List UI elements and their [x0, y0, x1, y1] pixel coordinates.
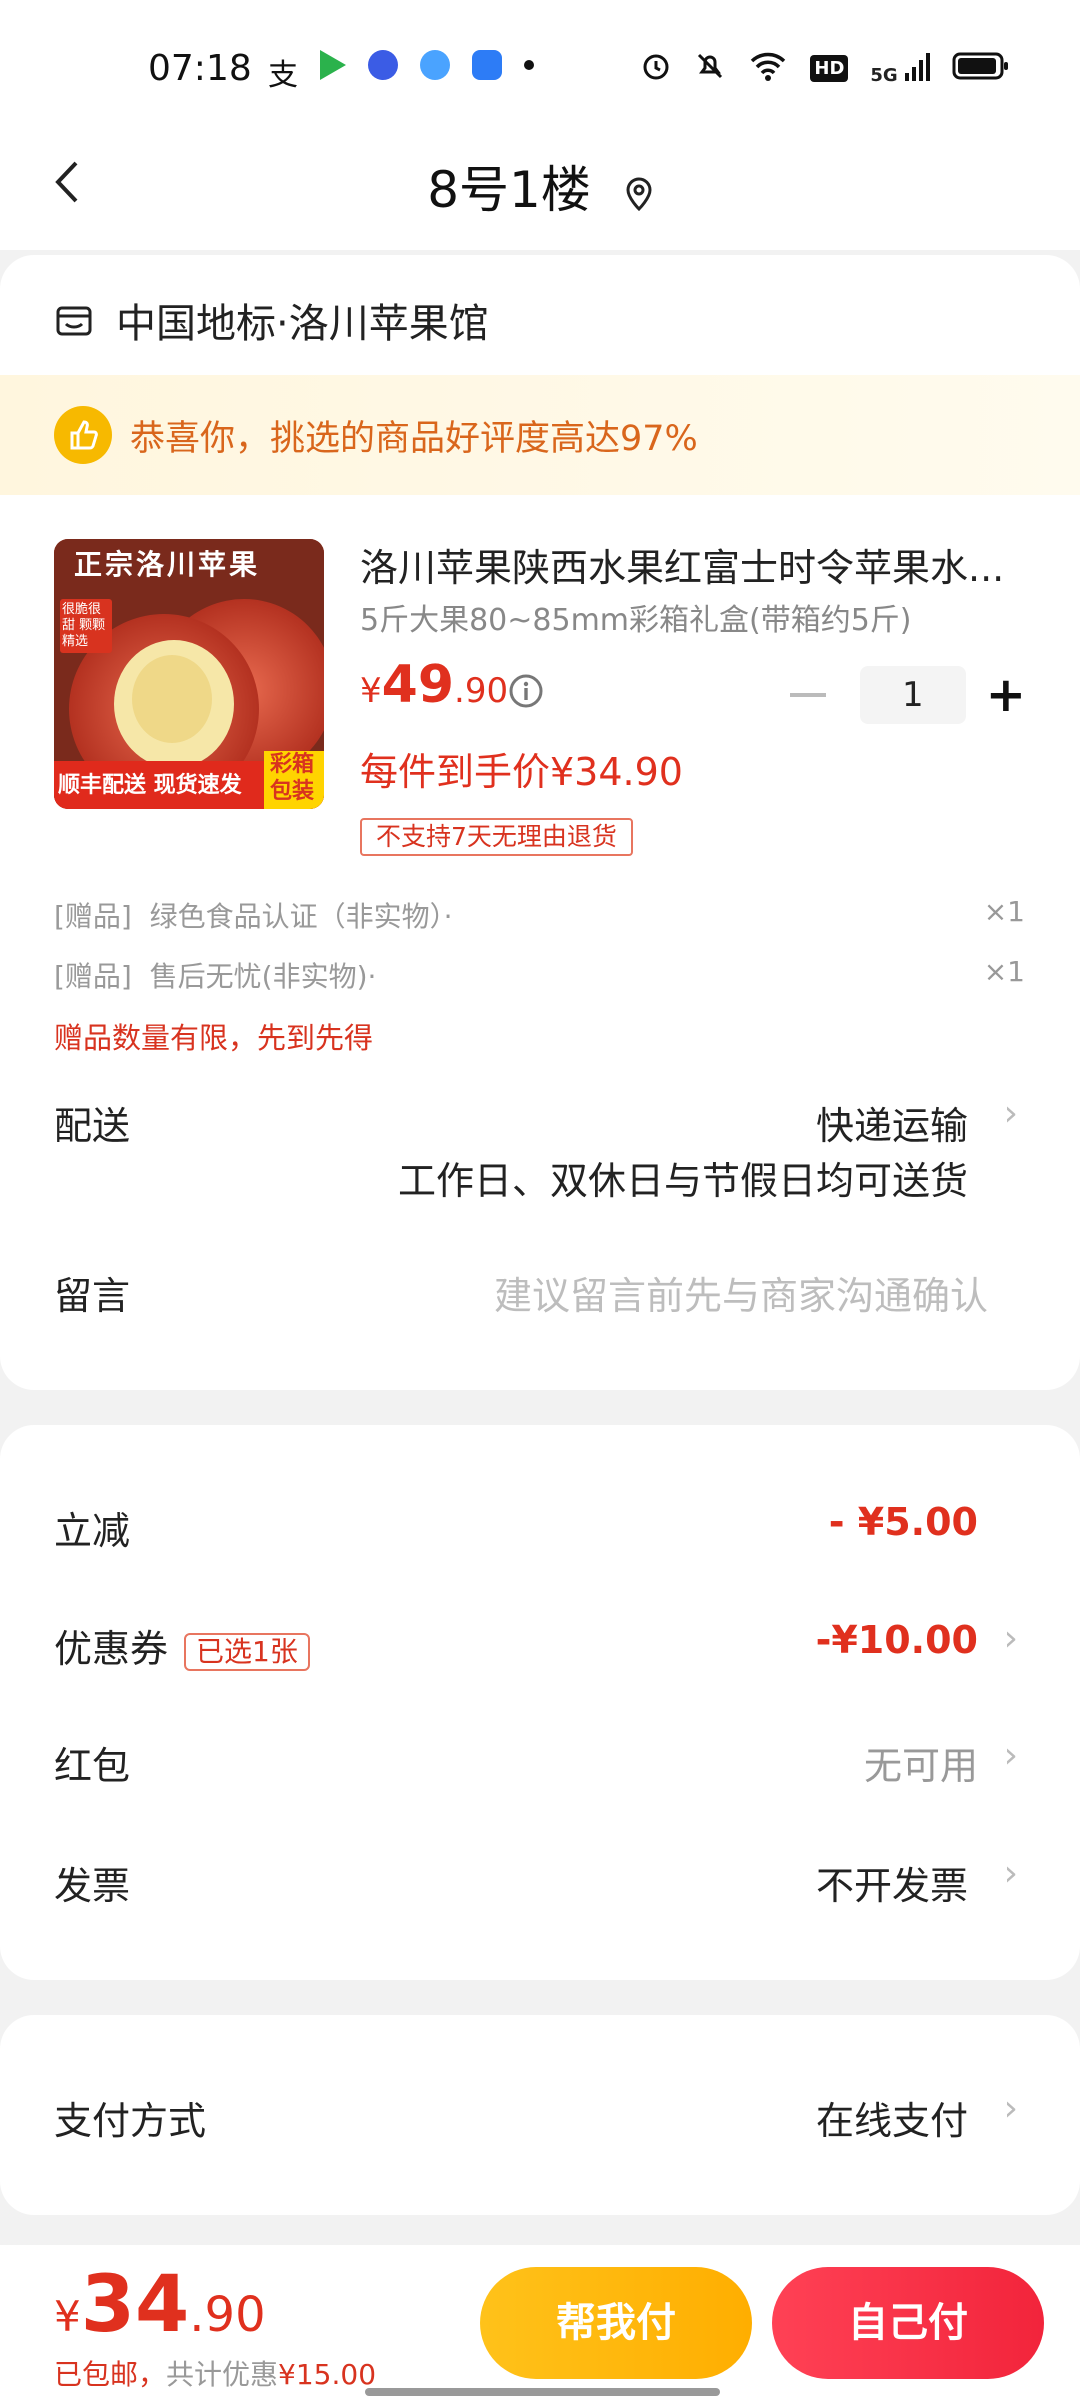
- total-price: ¥34.90: [54, 2260, 266, 2350]
- product-image[interactable]: 正宗洛川苹果 很脆很甜 颗颗精选 顺丰配送 现货速发 彩箱包装: [54, 539, 324, 809]
- store-icon: [56, 306, 92, 336]
- delivery-schedule: 工作日、双休日与节假日均可送货: [397, 1159, 968, 1203]
- instant-discount-label: 立减: [54, 1509, 131, 1553]
- product-title[interactable]: 洛川苹果陕西水果红富士时令苹果水...: [360, 537, 1020, 592]
- return-policy-tag: 不支持7天无理由退货: [360, 818, 633, 856]
- address-title[interactable]: 8号1楼: [0, 150, 1080, 234]
- delivery-method[interactable]: 快递运输: [816, 1095, 968, 1150]
- network-label: 5G: [870, 64, 898, 86]
- gift-quantity: ×1: [983, 895, 1025, 928]
- pay-myself-button[interactable]: 自己付 zhizhizhi.com: [772, 2267, 1044, 2400]
- instant-discount-value: - ¥5.00: [828, 1500, 978, 1544]
- pay-myself-label: 自己付: [848, 2300, 968, 2346]
- coupon-selected-tag: 已选1张: [184, 1632, 310, 1671]
- invoice-label: 发票: [54, 1864, 131, 1908]
- wifi-icon: [748, 50, 788, 86]
- chevron-right-icon[interactable]: ›: [1004, 1735, 1018, 1776]
- product-price: ¥49.90: [360, 655, 508, 715]
- chevron-right-icon[interactable]: ›: [1004, 1093, 1018, 1134]
- coupon-label-text: 优惠券: [54, 1627, 169, 1671]
- chevron-right-icon[interactable]: ›: [1004, 2088, 1018, 2129]
- price-integer: 49: [381, 655, 455, 715]
- coupon-value[interactable]: -¥10.00: [816, 1618, 978, 1662]
- shop-name: 中国地标·洛川苹果馆: [116, 301, 489, 347]
- info-icon[interactable]: [508, 673, 544, 713]
- payment-method-value[interactable]: 在线支付: [816, 2090, 968, 2145]
- chevron-right-icon[interactable]: ›: [1004, 1853, 1018, 1894]
- order-card: 中国地标·洛川苹果馆 恭喜你，挑选的商品好评度高达97% 正宗洛川苹果 很脆很甜: [0, 255, 1080, 1390]
- address-text: 8号1楼: [427, 161, 591, 219]
- message-input[interactable]: 建议留言前先与商家沟通确认: [494, 1265, 988, 1320]
- alarm-icon: [640, 50, 672, 86]
- price-symbol: ¥: [360, 671, 382, 711]
- quantity-input[interactable]: 1: [859, 666, 966, 724]
- signal-5g-icon: 5G: [870, 51, 930, 86]
- final-price: 每件到手价¥34.90: [360, 750, 683, 794]
- gift-warning: 赠品数量有限，先到先得: [54, 1021, 374, 1055]
- notification-icons: 支: [268, 50, 534, 93]
- alipay-icon: 支: [268, 58, 298, 93]
- total-summary: 已包邮，共计优惠¥15.00: [54, 2353, 376, 2393]
- gift-tag: [赠品]: [54, 900, 132, 933]
- product-image-bottom-text: 顺丰配送 现货速发: [58, 773, 242, 798]
- location-pin-icon: [625, 154, 653, 234]
- rating-text: 恭喜你，挑选的商品好评度高达97%: [130, 418, 698, 459]
- mute-icon: [694, 50, 726, 86]
- navigation-bar: 8号1楼: [0, 130, 1080, 250]
- gift-name: 售后无忧(非实物)·: [149, 960, 377, 993]
- baidu-icon: [368, 50, 398, 80]
- product-spec[interactable]: 5斤大果80~85mm彩箱礼盒(带箱约5斤): [360, 595, 912, 639]
- saved-label: 共计优惠: [166, 2358, 279, 2391]
- rating-banner: 恭喜你，挑选的商品好评度高达97%: [0, 375, 1080, 495]
- shipping-note: 已包邮，: [54, 2358, 167, 2391]
- cloud-icon: [472, 50, 502, 80]
- invoice-value[interactable]: 不开发票: [816, 1855, 968, 1910]
- thumbs-up-icon: [54, 406, 112, 464]
- browser-icon: [420, 50, 450, 80]
- battery-icon: [952, 51, 1010, 85]
- hd-icon: HD: [810, 54, 849, 82]
- saved-value: ¥15.00: [278, 2358, 377, 2391]
- total-symbol: ¥: [54, 2292, 81, 2341]
- shop-header[interactable]: 中国地标·洛川苹果馆: [54, 285, 489, 355]
- total-decimal: .90: [189, 2287, 266, 2343]
- gift-quantity: ×1: [983, 955, 1025, 988]
- home-indicator[interactable]: [365, 2388, 720, 2396]
- tencent-video-icon: [320, 50, 346, 80]
- status-time: 07:18: [148, 48, 252, 89]
- payment-method-label: 支付方式: [54, 2099, 207, 2143]
- checkout-bar: ¥34.90 已包邮，共计优惠¥15.00 帮我付 自己付 zhizhizhi.…: [0, 2245, 1080, 2400]
- product-image-badge: 很脆很甜 颗颗精选: [60, 599, 112, 653]
- dot-icon: [524, 60, 534, 70]
- gift-item: [赠品] 绿色食品认证（非实物）·: [54, 895, 453, 935]
- price-decimal: .90: [454, 671, 509, 711]
- coupon-label: 优惠券 已选1张: [54, 1618, 310, 1673]
- system-icons: HD 5G: [640, 50, 1010, 86]
- quantity-stepper: 1 +: [786, 665, 1026, 725]
- delivery-label: 配送: [54, 1104, 131, 1148]
- red-packet-label: 红包: [54, 1744, 131, 1788]
- chevron-right-icon[interactable]: ›: [1004, 1618, 1018, 1659]
- message-label: 留言: [54, 1274, 131, 1318]
- product-image-top-text: 正宗洛川苹果: [74, 548, 261, 581]
- status-bar: 07:18 支 HD 5G: [0, 0, 1080, 130]
- watermark: zhizhizhi.com: [834, 2345, 1032, 2400]
- payment-card: 支付方式 在线支付 ›: [0, 2015, 1080, 2215]
- gift-tag: [赠品]: [54, 960, 132, 993]
- total-integer: 34: [80, 2260, 190, 2350]
- gift-item: [赠品] 售后无忧(非实物)·: [54, 955, 376, 995]
- gift-name: 绿色食品认证（非实物）·: [149, 900, 453, 933]
- product-image-box-tag: 彩箱包装: [270, 752, 315, 804]
- red-packet-value[interactable]: 无可用: [864, 1735, 978, 1790]
- decrease-button[interactable]: [790, 693, 826, 697]
- increase-button[interactable]: +: [986, 666, 1026, 724]
- help-me-pay-button[interactable]: 帮我付: [480, 2267, 752, 2379]
- discounts-card: 立减 - ¥5.00 优惠券 已选1张 -¥10.00 › 红包 无可用 › 发票…: [0, 1425, 1080, 1980]
